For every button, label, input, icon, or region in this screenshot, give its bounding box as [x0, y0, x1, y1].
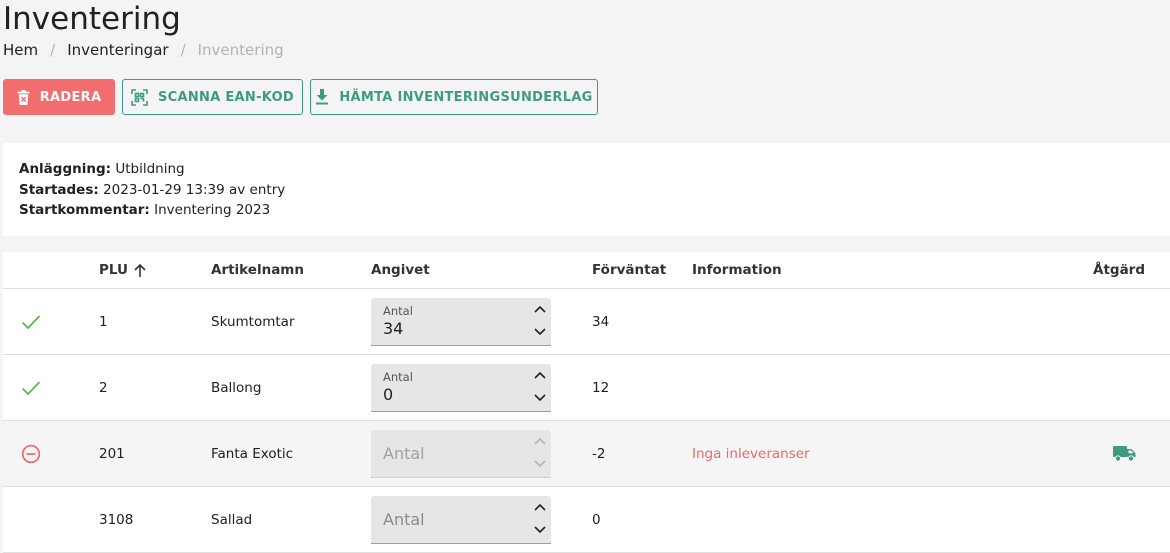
chevron-up-icon[interactable] — [533, 368, 547, 384]
quantity-cell: Antal 0 — [371, 355, 551, 420]
information-cell: Inga inleveranser — [692, 445, 810, 462]
chevron-up-icon[interactable] — [533, 302, 547, 318]
article-name-cell: Sallad — [211, 511, 253, 528]
quantity-input-disabled: Antal — [371, 429, 551, 478]
started-value: 2023-01-29 13:39 av entry — [103, 181, 286, 198]
quantity-input[interactable]: Antal — [371, 495, 551, 544]
breadcrumb-current: Inventering — [197, 41, 284, 59]
qr-scan-icon — [131, 88, 148, 106]
expected-cell: -2 — [592, 445, 606, 462]
column-header-information[interactable]: Information — [692, 262, 782, 278]
facility-line: Anläggning: Utbildning — [19, 159, 1154, 180]
truck-icon[interactable] — [1113, 421, 1136, 486]
column-header-action: Åtgärd — [1093, 262, 1145, 278]
expected-cell: 0 — [592, 511, 601, 528]
started-label: Startades: — [19, 181, 99, 198]
inventory-table: PLU Artikelnamn Angivet Förväntat Inform… — [3, 252, 1170, 553]
chevron-down-icon[interactable] — [533, 391, 547, 407]
chevron-down-icon[interactable] — [533, 523, 547, 539]
breadcrumb-inventories[interactable]: Inventeringar — [67, 41, 168, 59]
quantity-cell: Antal — [371, 487, 551, 552]
table-row: 201 Fanta Exotic Antal -2 Inga inleveran… — [3, 421, 1170, 487]
trash-icon — [17, 89, 30, 105]
article-name-cell: Ballong — [211, 379, 262, 396]
plu-cell: 2 — [99, 379, 108, 396]
chevron-down-icon — [533, 457, 547, 473]
scan-ean-button[interactable]: SCANNA EAN-KOD — [122, 79, 303, 115]
facility-label: Anläggning: — [19, 161, 112, 177]
fetch-inventory-basis-button-label: HÄMTA INVENTERINGSUNDERLAG — [339, 89, 593, 105]
article-name-cell: Skumtomtar — [211, 313, 295, 330]
chevron-down-icon[interactable] — [533, 325, 547, 341]
breadcrumb-separator: / — [50, 41, 56, 59]
delete-button[interactable]: RADERA — [3, 79, 115, 115]
breadcrumb: Hem / Inventeringar / Inventering — [3, 40, 284, 60]
chevron-up-icon[interactable] — [533, 500, 547, 516]
breadcrumb-home[interactable]: Hem — [3, 41, 38, 59]
started-line: Startades: 2023-01-29 13:39 av entry — [19, 180, 1154, 201]
quantity-cell: Antal — [371, 421, 551, 486]
plu-cell: 3108 — [99, 511, 134, 528]
scan-ean-button-label: SCANNA EAN-KOD — [157, 89, 295, 105]
table-row: 2 Ballong Antal 0 12 — [3, 355, 1170, 421]
column-header-plu-label: PLU — [99, 262, 128, 278]
table-row: 1 Skumtomtar Antal 34 34 — [3, 289, 1170, 355]
chevron-up-icon — [533, 434, 547, 450]
quantity-input-label: Antal — [383, 303, 413, 318]
plu-cell: 201 — [99, 445, 125, 462]
comment-label: Startkommentar: — [19, 202, 150, 218]
expected-cell: 34 — [592, 313, 610, 330]
delete-button-label: RADERA — [39, 89, 102, 105]
comment-value: Inventering 2023 — [154, 202, 271, 218]
check-icon — [21, 355, 41, 420]
breadcrumb-separator: / — [180, 41, 186, 59]
inventory-info-card: Anläggning: Utbildning Startades: 2023-0… — [3, 143, 1170, 236]
quantity-input-value: 0 — [383, 384, 394, 404]
fetch-inventory-basis-button[interactable]: HÄMTA INVENTERINGSUNDERLAG — [310, 79, 598, 115]
sort-arrow-up-icon — [134, 263, 146, 277]
plu-cell: 1 — [99, 313, 108, 330]
facility-value: Utbildning — [115, 161, 185, 177]
download-icon — [315, 89, 329, 105]
quantity-input[interactable]: Antal 0 — [371, 363, 551, 412]
column-header-plu[interactable]: PLU — [99, 262, 146, 278]
column-header-name[interactable]: Artikelnamn — [211, 262, 304, 278]
quantity-input-value: 34 — [383, 318, 404, 338]
column-header-entered[interactable]: Angivet — [371, 262, 430, 278]
quantity-input-placeholder: Antal — [383, 509, 425, 529]
page-title: Inventering — [3, 1, 181, 37]
quantity-input-placeholder: Antal — [383, 443, 425, 463]
minus-circle-icon — [21, 421, 41, 486]
quantity-input[interactable]: Antal 34 — [371, 297, 551, 346]
quantity-input-label: Antal — [383, 369, 413, 384]
expected-cell: 12 — [592, 379, 610, 396]
article-name-cell: Fanta Exotic — [211, 445, 294, 462]
check-icon — [21, 289, 41, 354]
column-header-expected[interactable]: Förväntat — [592, 262, 666, 278]
table-header: PLU Artikelnamn Angivet Förväntat Inform… — [3, 252, 1170, 289]
quantity-cell: Antal 34 — [371, 289, 551, 354]
table-row: 3108 Sallad Antal 0 — [3, 487, 1170, 553]
comment-line: Startkommentar: Inventering 2023 — [19, 200, 1154, 221]
